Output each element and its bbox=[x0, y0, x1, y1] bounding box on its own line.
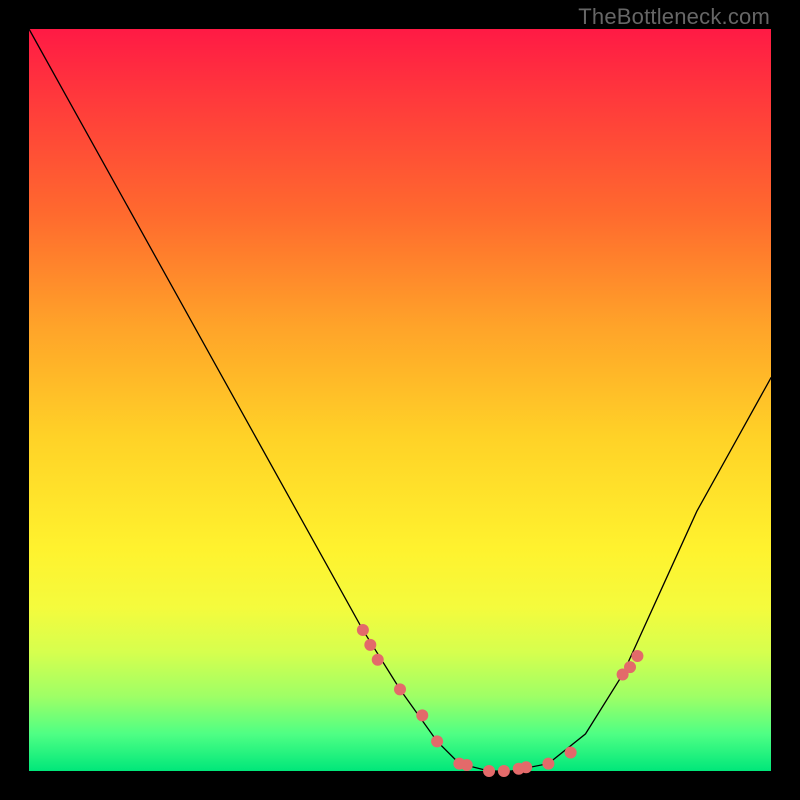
data-point bbox=[394, 683, 406, 695]
data-point bbox=[483, 765, 495, 777]
data-point bbox=[431, 735, 443, 747]
chart-frame: TheBottleneck.com bbox=[0, 0, 800, 800]
data-point bbox=[565, 746, 577, 758]
data-point bbox=[461, 759, 473, 771]
bottleneck-curve bbox=[29, 29, 771, 771]
plot-area bbox=[29, 29, 771, 771]
data-point bbox=[416, 709, 428, 721]
data-point bbox=[631, 650, 643, 662]
watermark-text: TheBottleneck.com bbox=[578, 4, 770, 30]
data-point bbox=[624, 661, 636, 673]
data-point bbox=[364, 639, 376, 651]
curve-group bbox=[29, 29, 771, 771]
data-point bbox=[498, 765, 510, 777]
data-point bbox=[542, 758, 554, 770]
data-point bbox=[357, 624, 369, 636]
markers-group bbox=[357, 624, 644, 777]
data-point bbox=[372, 654, 384, 666]
data-point bbox=[520, 761, 532, 773]
chart-svg bbox=[29, 29, 771, 771]
